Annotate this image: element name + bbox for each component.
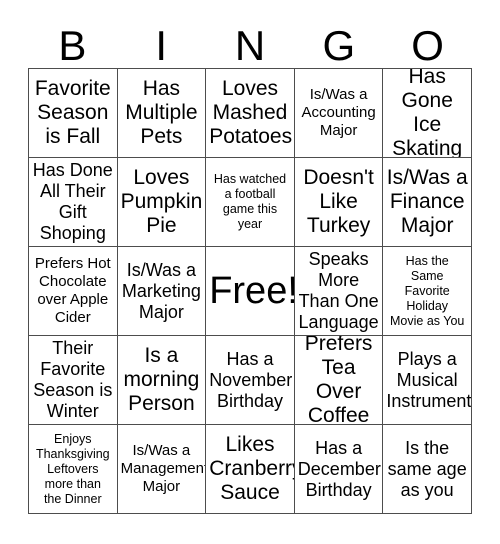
bingo-cell-b4[interactable]: Their Favorite Season is Winter — [29, 336, 118, 425]
bingo-cell-o1[interactable]: Has Gone Ice Skating — [383, 69, 472, 158]
bingo-cell-n4[interactable]: Has a November Birthday — [206, 336, 295, 425]
bingo-cell-label: Likes Cranberry Sauce — [209, 433, 295, 504]
header-letter-n: N — [234, 22, 266, 69]
bingo-cell-label: Speaks More Than One Language — [298, 249, 379, 332]
bingo-cell-o5[interactable]: Is the same age as you — [383, 425, 472, 514]
bingo-cell-n5[interactable]: Likes Cranberry Sauce — [206, 425, 295, 514]
bingo-cell-label: Has a December Birthday — [297, 437, 381, 500]
bingo-grid: Favorite Season is Fall Has Multiple Pet… — [28, 68, 472, 514]
bingo-cell-g5[interactable]: Has a December Birthday — [294, 425, 384, 514]
bingo-cell-label: Loves Pumpkin Pie — [120, 166, 203, 237]
bingo-cell-label: Loves Mashed Potatoes — [209, 77, 293, 148]
bingo-cell-label: Has a November Birthday — [209, 348, 293, 411]
bingo-cell-b3[interactable]: Prefers Hot Chocolate over Apple Cider — [29, 247, 118, 336]
bingo-cell-n2[interactable]: Has watched a football game this year — [206, 158, 295, 247]
bingo-cell-o4[interactable]: Plays a Musical Instrument — [383, 336, 472, 425]
bingo-cell-label: Is a morning Person — [123, 344, 200, 415]
bingo-cell-o2[interactable]: Is/Was a Finance Major — [383, 158, 472, 247]
bingo-cell-g1[interactable]: Is/Was a Accounting Major — [294, 69, 384, 158]
bingo-cell-label: Plays a Musical Instrument — [386, 348, 472, 411]
bingo-cell-i4[interactable]: Is a morning Person — [117, 336, 207, 425]
bingo-card: B I N G O Favorite Season is Fall Has Mu… — [0, 0, 500, 544]
bingo-cell-b2[interactable]: Has Done All Their Gift Shoping — [29, 158, 118, 247]
bingo-cell-label: Is/Was a Management Major — [120, 442, 207, 495]
bingo-header-row: B I N G O — [28, 14, 472, 68]
bingo-cell-label: Is the same age as you — [387, 437, 467, 500]
bingo-cell-o3[interactable]: Has the Same Favorite Holiday Movie as Y… — [383, 247, 472, 336]
bingo-cell-label: Has the Same Favorite Holiday Movie as Y… — [390, 253, 465, 328]
bingo-cell-g2[interactable]: Doesn't Like Turkey — [294, 158, 384, 247]
bingo-cell-label: Has Multiple Pets — [125, 77, 198, 148]
header-letter-o: O — [411, 22, 444, 69]
bingo-cell-label: Is/Was a Accounting Major — [301, 86, 376, 139]
free-space-label: Free! — [209, 270, 295, 312]
bingo-cell-label: Has Gone Ice Skating — [392, 69, 463, 158]
bingo-cell-label: Is/Was a Finance Major — [386, 166, 468, 237]
bingo-cell-n1[interactable]: Loves Mashed Potatoes — [206, 69, 295, 158]
bingo-cell-g4[interactable]: Prefers Tea Over Coffee — [294, 336, 384, 425]
bingo-cell-free-space[interactable]: Free! — [206, 247, 295, 336]
bingo-cell-i2[interactable]: Loves Pumpkin Pie — [117, 158, 207, 247]
bingo-cell-i5[interactable]: Is/Was a Management Major — [117, 425, 207, 514]
bingo-cell-i1[interactable]: Has Multiple Pets — [117, 69, 207, 158]
bingo-cell-label: Has watched a football game this year — [213, 172, 287, 231]
bingo-cell-i3[interactable]: Is/Was a Marketing Major — [117, 247, 207, 336]
bingo-cell-label: Favorite Season is Fall — [34, 77, 111, 148]
header-letter-g: G — [322, 22, 356, 69]
bingo-cell-label: Enjoys Thanksgiving Leftovers more than … — [35, 431, 110, 506]
bingo-cell-b1[interactable]: Favorite Season is Fall — [29, 69, 118, 158]
bingo-cell-label: Prefers Tea Over Coffee — [304, 336, 373, 425]
bingo-cell-label: Is/Was a Marketing Major — [121, 259, 201, 322]
bingo-cell-g3[interactable]: Speaks More Than One Language — [294, 247, 384, 336]
bingo-cell-label: Prefers Hot Chocolate over Apple Cider — [34, 255, 111, 326]
bingo-cell-b5[interactable]: Enjoys Thanksgiving Leftovers more than … — [29, 425, 118, 514]
header-letter-i: I — [155, 22, 168, 69]
bingo-cell-label: Has Done All Their Gift Shoping — [32, 160, 113, 243]
header-letter-b: B — [58, 22, 87, 69]
bingo-cell-label: Doesn't Like Turkey — [303, 166, 374, 237]
bingo-cell-label: Their Favorite Season is Winter — [33, 338, 113, 421]
